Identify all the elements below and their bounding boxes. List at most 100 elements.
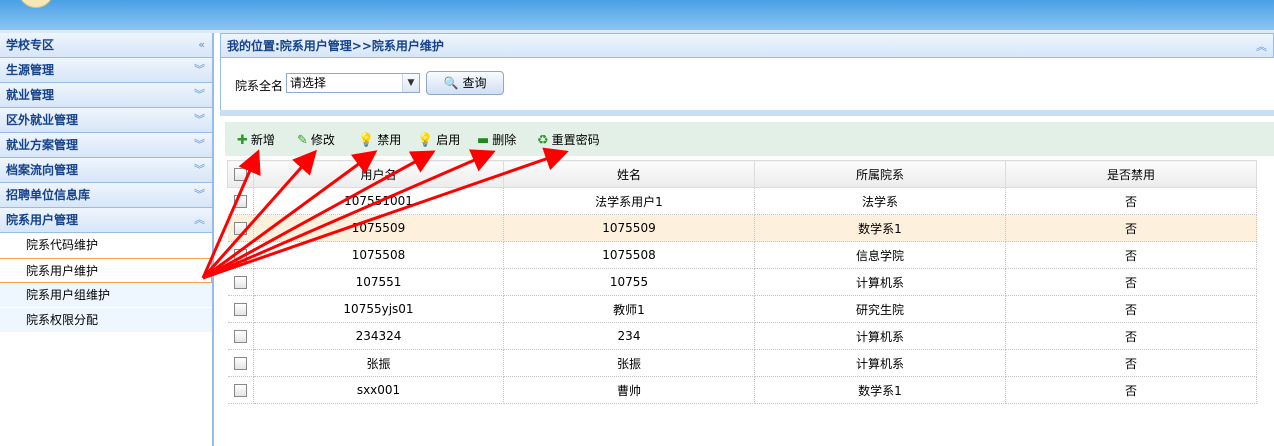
- sidebar-section-recruiter-db[interactable]: 招聘单位信息库 ︾: [0, 183, 212, 208]
- add-button[interactable]: ✚ 新增: [237, 131, 275, 149]
- column-header-disabled[interactable]: 是否禁用: [1005, 160, 1257, 188]
- search-panel: 院系全名 请选择 ▼ 🔍 查询: [220, 58, 1274, 110]
- sidebar: 学校专区 « 生源管理 ︾ 就业管理 ︾ 区外就业管理 ︾ 就业方案管理 ︾ 档案流向管…: [0, 33, 214, 446]
- sidebar-section-archive-flow[interactable]: 档案流向管理 ︾: [0, 158, 212, 183]
- select-all-checkbox[interactable]: [234, 168, 247, 181]
- cell-username: 10755yjs01: [253, 295, 504, 323]
- sidebar-section-dept-user-mgmt[interactable]: 院系用户管理 ︽: [0, 208, 212, 233]
- row-checkbox[interactable]: [233, 222, 247, 235]
- row-checkbox-cell[interactable]: [227, 376, 254, 404]
- row-checkbox[interactable]: [233, 249, 247, 262]
- row-checkbox[interactable]: [233, 384, 247, 397]
- row-checkbox-cell[interactable]: [227, 322, 254, 350]
- cell-disabled: 否: [1005, 349, 1257, 377]
- disable-button-label: 禁用: [377, 133, 402, 147]
- row-checkbox-cell[interactable]: [227, 268, 254, 296]
- panel-divider: [220, 110, 1274, 116]
- cell-disabled: 否: [1005, 322, 1257, 350]
- top-banner: [0, 0, 1274, 30]
- sidebar-item-dept-code[interactable]: 院系代码维护: [0, 233, 212, 258]
- table-row[interactable]: 107551001 法学系用户1 法学系否: [227, 187, 1257, 215]
- cell-name: 1075508: [503, 241, 755, 269]
- column-header-department[interactable]: 所属院系: [754, 160, 1006, 188]
- query-button-label: 查询: [462, 76, 487, 90]
- delete-button[interactable]: ▬ 删除: [477, 131, 516, 149]
- chevron-down-icon[interactable]: ▼: [402, 74, 419, 92]
- sidebar-section-outside-employment[interactable]: 区外就业管理 ︾: [0, 108, 212, 133]
- row-checkbox-cell[interactable]: [227, 187, 254, 215]
- sidebar-section-label: 院系用户管理: [6, 213, 79, 227]
- row-checkbox[interactable]: [233, 195, 247, 208]
- cell-disabled: 否: [1005, 268, 1257, 296]
- table-row[interactable]: 1075508 1075508 信息学院否: [227, 241, 1257, 269]
- sidebar-item-dept-user[interactable]: 院系用户维护: [0, 258, 212, 283]
- cell-disabled: 否: [1005, 295, 1257, 323]
- cell-username: 1075509: [253, 214, 504, 242]
- chevron-up-icon: ︽: [194, 213, 205, 226]
- sidebar-section-employment[interactable]: 就业管理 ︾: [0, 83, 212, 108]
- table-row[interactable]: 张振 张振 计算机系否: [227, 349, 1257, 377]
- table-row[interactable]: 1075509 1075509 数学系1 否: [227, 214, 1257, 242]
- add-button-label: 新增: [250, 133, 275, 147]
- disable-button[interactable]: 💡 禁用: [358, 131, 401, 149]
- table-row[interactable]: 10755yjs01 教师1 研究生院否: [227, 295, 1257, 323]
- table-row[interactable]: 234324 234 计算机系否: [227, 322, 1257, 350]
- reset-password-button-label: 重置密码: [551, 133, 600, 147]
- column-header-name[interactable]: 姓名: [503, 160, 755, 188]
- cell-disabled: 否: [1005, 187, 1257, 215]
- cell-username: 234324: [253, 322, 504, 350]
- table-row[interactable]: sxx001 曹帅 数学系1 否: [227, 376, 1257, 404]
- chevron-down-icon: ︾: [194, 138, 205, 151]
- reset-password-button[interactable]: ♻ 重置密码: [537, 131, 600, 149]
- sidebar-header-label: 学校专区: [6, 38, 55, 52]
- chevron-down-icon: ︾: [194, 163, 205, 176]
- sidebar-section-source[interactable]: 生源管理 ︾: [0, 58, 212, 83]
- sidebar-header[interactable]: 学校专区 «: [0, 33, 212, 58]
- logo: [18, 0, 54, 8]
- enable-button-label: 启用: [436, 133, 461, 147]
- plus-icon: ✚: [237, 133, 248, 148]
- chevron-down-icon: ︾: [194, 88, 205, 101]
- row-checkbox[interactable]: [233, 276, 247, 289]
- sidebar-item-dept-user-group[interactable]: 院系用户组维护: [0, 283, 212, 308]
- enable-button[interactable]: 💡 启用: [417, 131, 460, 149]
- sidebar-section-label: 档案流向管理: [6, 163, 79, 177]
- sidebar-section-label: 招聘单位信息库: [6, 188, 91, 202]
- row-checkbox-cell[interactable]: [227, 295, 254, 323]
- row-checkbox-cell[interactable]: [227, 214, 254, 242]
- table-row[interactable]: 107551 10755 计算机系否: [227, 268, 1257, 296]
- cell-department: 计算机系: [754, 268, 1006, 296]
- row-checkbox-cell[interactable]: [227, 241, 254, 269]
- cell-department: 计算机系: [754, 322, 1006, 350]
- cell-username: 1075508: [253, 241, 504, 269]
- row-checkbox[interactable]: [233, 303, 247, 316]
- column-header-username[interactable]: 用户名: [253, 160, 504, 188]
- pencil-icon: ✎: [297, 133, 308, 148]
- edit-button[interactable]: ✎ 修改: [297, 131, 335, 149]
- cell-disabled: 否: [1005, 241, 1257, 269]
- sidebar-item-label: 院系权限分配: [26, 313, 99, 327]
- collapse-left-icon[interactable]: «: [198, 33, 205, 57]
- cell-username: sxx001: [253, 376, 504, 404]
- query-button[interactable]: 🔍 查询: [426, 71, 504, 95]
- sidebar-item-label: 院系用户组维护: [26, 288, 111, 302]
- sidebar-section-label: 就业方案管理: [6, 138, 79, 152]
- sidebar-item-dept-permission[interactable]: 院系权限分配: [0, 308, 212, 333]
- dept-select[interactable]: 请选择 ▼: [286, 73, 420, 93]
- row-checkbox-cell[interactable]: [227, 349, 254, 377]
- cell-name: 法学系用户1: [503, 187, 755, 215]
- sidebar-section-label: 区外就业管理: [6, 113, 79, 127]
- cell-name: 1075509: [503, 214, 755, 242]
- cell-username: 107551: [253, 268, 504, 296]
- row-checkbox[interactable]: [233, 357, 247, 370]
- collapse-up-icon[interactable]: ︽: [1256, 34, 1267, 59]
- dept-select-value: 请选择: [290, 76, 327, 90]
- cell-name: 234: [503, 322, 755, 350]
- breadcrumb: 我的位置:院系用户管理>>院系用户维护 ︽: [220, 33, 1274, 58]
- sidebar-section-employment-plan[interactable]: 就业方案管理 ︾: [0, 133, 212, 158]
- sidebar-item-label: 院系用户维护: [26, 264, 99, 278]
- cell-department: 计算机系: [754, 349, 1006, 377]
- row-checkbox[interactable]: [233, 330, 247, 343]
- select-all-checkbox-cell[interactable]: [227, 160, 254, 188]
- magnifier-icon: 🔍: [443, 76, 459, 90]
